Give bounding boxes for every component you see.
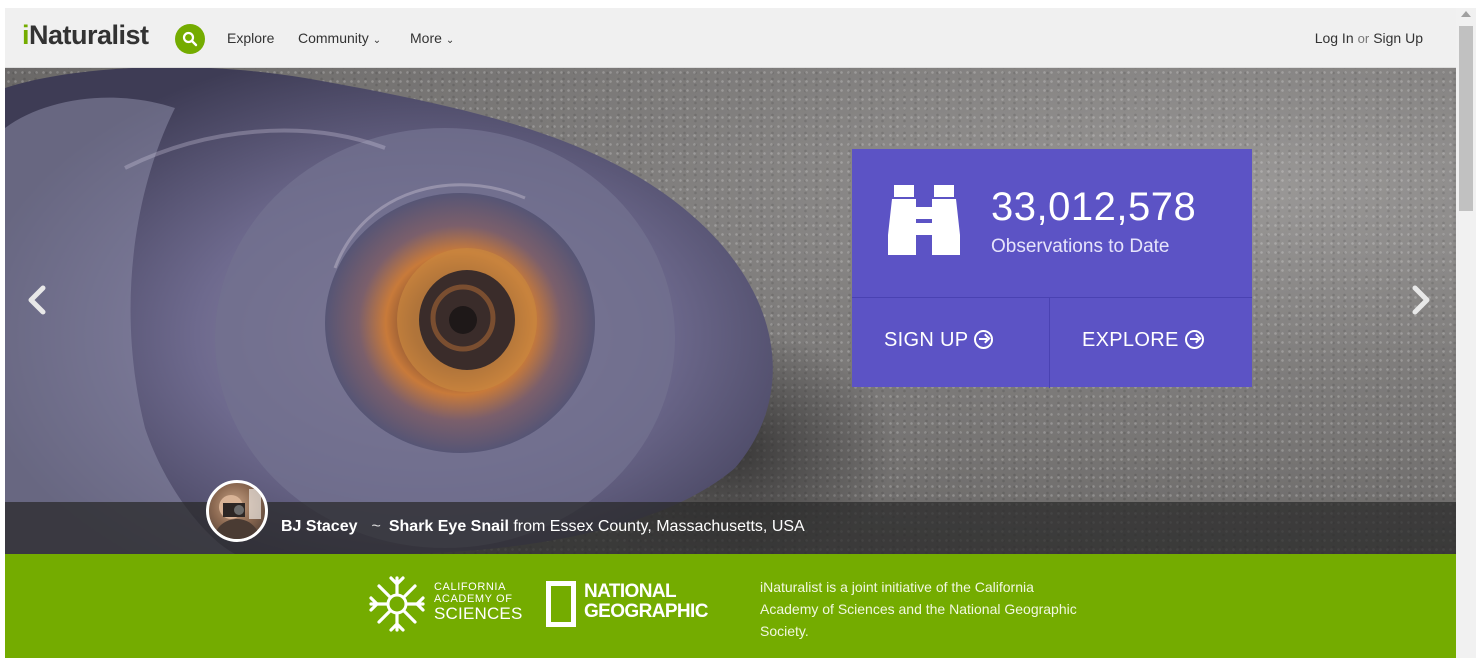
natgeo-line-2: GEOGRAPHIC (584, 601, 708, 622)
login-link[interactable]: Log In (1315, 30, 1354, 46)
nav-community-label: Community (298, 30, 369, 46)
scroll-up-icon[interactable] (1461, 11, 1471, 17)
browser-window: iNaturalist Explore Community ⌄ More ⌄ Log… (0, 0, 1476, 658)
photo-taxon-link[interactable]: Shark Eye Snail (389, 518, 509, 535)
hero-explore-label: EXPLORE (1082, 329, 1179, 351)
binoculars-icon (888, 185, 960, 255)
circle-arrow-icon (1184, 330, 1204, 349)
hero-explore-button[interactable]: EXPLORE (1049, 298, 1252, 388)
logo-text: Naturalist (29, 20, 149, 50)
partner-band: CALIFORNIA ACADEMY OF SCIENCES NATIONAL … (5, 554, 1456, 658)
photo-caption: BJ Stacey ~ Shark Eye Snail from Essex Cou… (281, 518, 805, 536)
photo-location: from Essex County, Massachusetts, USA (513, 518, 805, 535)
chevron-down-icon: ⌄ (372, 35, 382, 46)
chevron-right-icon (1412, 285, 1430, 315)
nav-more-label: More (410, 30, 442, 46)
caption-separator: ~ (371, 518, 381, 535)
photo-caption-bar: BJ Stacey ~ Shark Eye Snail from Essex Cou… (5, 480, 1456, 554)
observations-panel: 33,012,578 Observations to Date SIGN UP … (852, 149, 1252, 388)
chevron-down-icon: ⌄ (445, 35, 455, 46)
avatar[interactable] (206, 480, 268, 542)
natgeo-line-1: NATIONAL (584, 581, 677, 602)
signup-link[interactable]: Sign Up (1373, 30, 1423, 46)
photo-user-link[interactable]: BJ Stacey (281, 518, 358, 535)
observation-label: Observations to Date (991, 236, 1170, 257)
auth-links: Log In or Sign Up (1315, 30, 1423, 46)
nav-more[interactable]: More ⌄ (410, 30, 454, 46)
or-text: or (1357, 31, 1370, 46)
search-button[interactable] (175, 24, 205, 54)
user-photo-icon (213, 489, 261, 539)
nav-community[interactable]: Community ⌄ (298, 30, 381, 46)
circle-arrow-icon (974, 330, 994, 349)
inaturalist-logo[interactable]: iNaturalist (22, 20, 149, 51)
nav-explore[interactable]: Explore (227, 30, 274, 46)
hero-signup-button[interactable]: SIGN UP (852, 298, 1048, 388)
carousel-next-button[interactable] (1407, 280, 1435, 320)
observation-actions: SIGN UP EXPLORE (852, 297, 1252, 388)
cas-wordmark[interactable]: CALIFORNIA ACADEMY OF SCIENCES (434, 581, 523, 623)
hero-carousel: 33,012,578 Observations to Date SIGN UP … (5, 68, 1456, 554)
carousel-prev-button[interactable] (23, 280, 51, 320)
hero-signup-label: SIGN UP (884, 329, 969, 351)
search-icon (182, 31, 198, 47)
chevron-left-icon (28, 285, 46, 315)
natgeo-wordmark[interactable]: NATIONAL GEOGRAPHIC (584, 582, 708, 622)
logo-i: i (22, 20, 30, 50)
natgeo-border-icon[interactable] (546, 581, 576, 627)
top-navbar: iNaturalist Explore Community ⌄ More ⌄ Log… (5, 8, 1456, 68)
cas-line-3: SCIENCES (434, 604, 523, 623)
cas-line-1: CALIFORNIA (434, 581, 507, 593)
initiative-text: iNaturalist is a joint initiative of the… (760, 579, 1077, 639)
cas-logo-icon[interactable] (367, 574, 427, 634)
scroll-thumb[interactable] (1459, 26, 1473, 211)
observation-count: 33,012,578 (991, 185, 1197, 229)
page-scrollbar[interactable] (1456, 8, 1476, 658)
